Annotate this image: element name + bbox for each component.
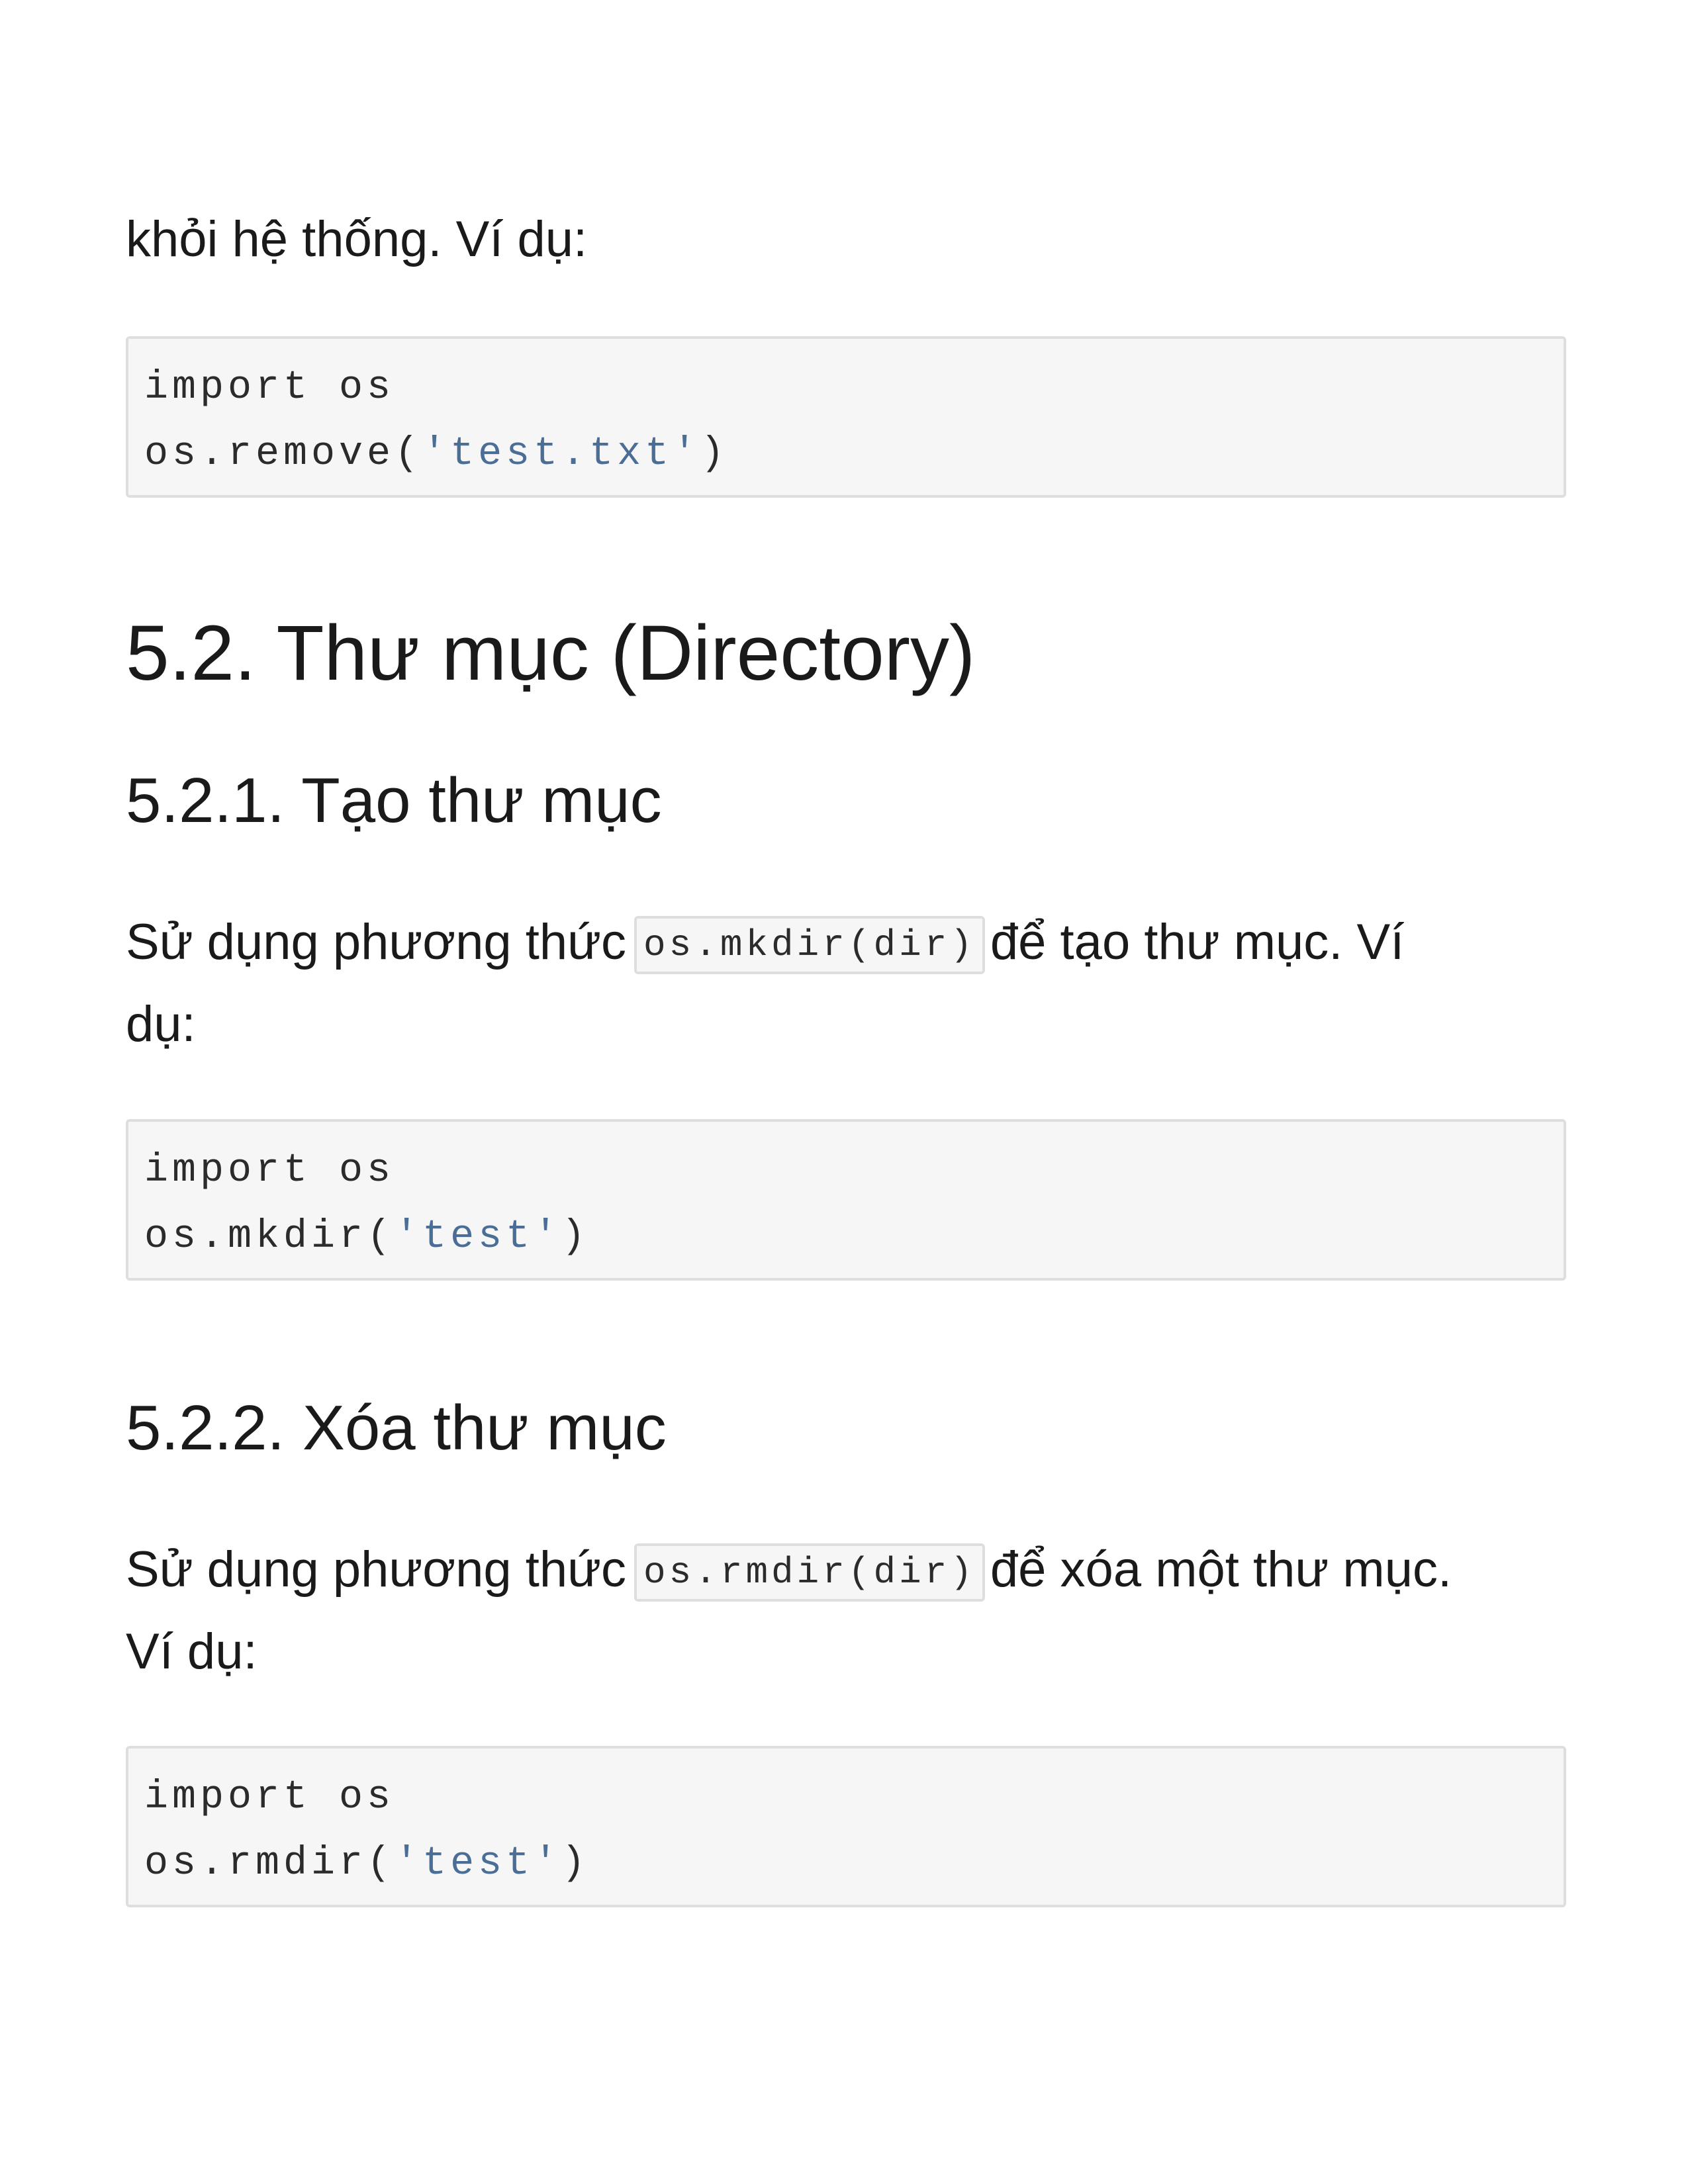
inline-code-rmdir: os.rmdir(dir)	[634, 1543, 985, 1602]
code-line: import os	[144, 365, 395, 410]
create-text-line2: dụ:	[126, 996, 196, 1052]
delete-text-line2: Ví dụ:	[126, 1623, 258, 1680]
subsection-title-delete: 5.2.2. Xóa thư mục	[126, 1392, 667, 1463]
code-line: os.mkdir('test')	[144, 1214, 590, 1259]
code-block-rmdir: import os os.rmdir('test')	[126, 1746, 1566, 1907]
create-text-line: Sử dụng phương thức os.mkdir(dir) để tạo t…	[126, 901, 1566, 983]
code-string: 'test.txt'	[422, 432, 701, 477]
code-block-remove: import os os.remove('test.txt')	[126, 336, 1566, 498]
code-block-mkdir: import os os.mkdir('test')	[126, 1119, 1566, 1281]
code-string: 'test'	[395, 1214, 562, 1259]
intro-text: khỏi hệ thống. Ví dụ:	[126, 211, 588, 267]
code-string: 'test'	[395, 1841, 562, 1886]
code-line: os.rmdir('test')	[144, 1841, 590, 1886]
create-paragraph: Sử dụng phương thức os.mkdir(dir) để tạo t…	[126, 901, 1566, 1066]
delete-paragraph: Sử dụng phương thức os.rmdir(dir) để xóa m…	[126, 1529, 1566, 1693]
section-title: 5.2. Thư mục (Directory)	[126, 610, 976, 697]
code-line: import os	[144, 1148, 395, 1193]
subsection-title-create: 5.2.1. Tạo thư mục	[126, 765, 662, 836]
code-line: import os	[144, 1775, 395, 1820]
code-line: os.remove('test.txt')	[144, 432, 729, 477]
inline-code-mkdir: os.mkdir(dir)	[634, 916, 985, 974]
delete-text-line: Sử dụng phương thức os.rmdir(dir) để xóa m…	[126, 1529, 1566, 1611]
intro-paragraph: khỏi hệ thống. Ví dụ:	[126, 199, 1566, 281]
